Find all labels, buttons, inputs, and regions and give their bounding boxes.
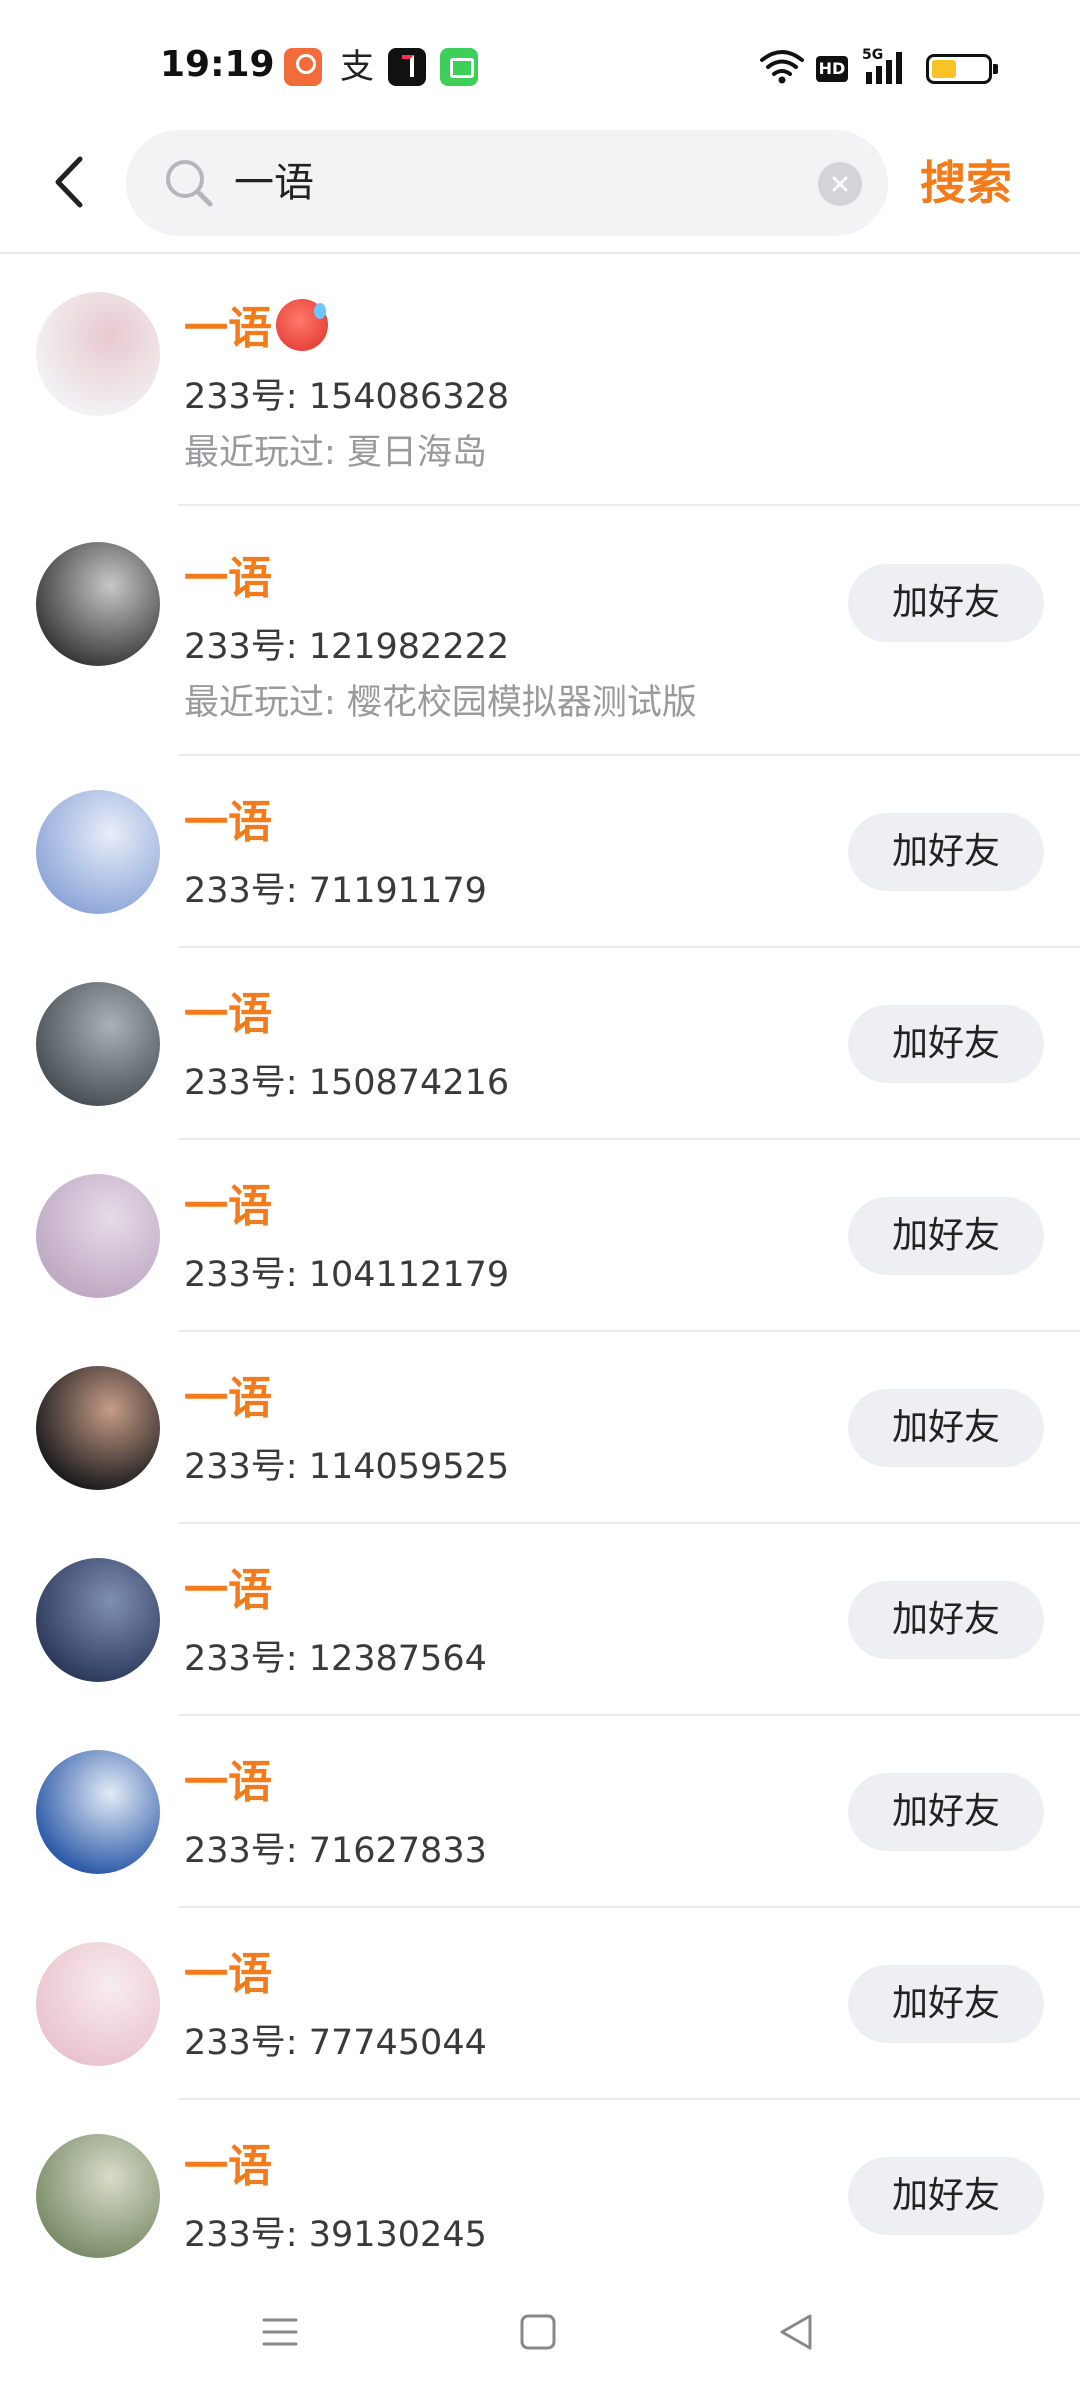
search-button[interactable]: 搜索 bbox=[920, 152, 1012, 214]
signal-5g-icon: 5G bbox=[862, 47, 902, 84]
user-name: 一语 bbox=[184, 1181, 272, 1232]
search-icon bbox=[166, 160, 213, 207]
add-friend-button[interactable]: 加好友 bbox=[848, 1005, 1044, 1083]
back-button[interactable] bbox=[40, 152, 100, 212]
hot-face-emoji-icon bbox=[276, 299, 328, 351]
search-box[interactable] bbox=[126, 130, 888, 236]
navigation-bar bbox=[0, 2262, 1080, 2400]
search-header: 搜索 bbox=[0, 130, 1080, 254]
user-id: 233号: 71191179 bbox=[184, 871, 487, 911]
avatar[interactable] bbox=[36, 1750, 160, 1874]
list-item[interactable]: 一语 233号: 154086328 最近玩过: 夏日海岛 bbox=[0, 256, 1080, 506]
close-icon bbox=[832, 176, 848, 192]
list-item[interactable]: 一语 233号: 104112179 加好友 bbox=[0, 1140, 1080, 1332]
user-name: 一语 bbox=[184, 292, 328, 356]
network-label: 5G bbox=[862, 47, 883, 63]
add-friend-button[interactable]: 加好友 bbox=[848, 564, 1044, 642]
nav-home-button[interactable] bbox=[508, 2302, 568, 2362]
avatar[interactable] bbox=[36, 1174, 160, 1298]
search-input[interactable] bbox=[234, 130, 794, 236]
safety-app-icon bbox=[284, 48, 322, 86]
status-bar: 19:19 支 HD 5G bbox=[0, 0, 1080, 130]
user-name: 一语 bbox=[184, 797, 272, 848]
avatar[interactable] bbox=[36, 1558, 160, 1682]
avatar[interactable] bbox=[36, 982, 160, 1106]
avatar[interactable] bbox=[36, 1942, 160, 2066]
avatar[interactable] bbox=[36, 542, 160, 666]
user-name: 一语 bbox=[184, 553, 272, 604]
avatar[interactable] bbox=[36, 292, 160, 416]
user-id: 233号: 71627833 bbox=[184, 1831, 487, 1871]
add-friend-button[interactable]: 加好友 bbox=[848, 1389, 1044, 1467]
user-id: 233号: 12387564 bbox=[184, 1639, 487, 1679]
user-name: 一语 bbox=[184, 1373, 272, 1424]
list-item[interactable]: 一语 233号: 150874216 加好友 bbox=[0, 948, 1080, 1140]
user-id: 233号: 121982222 bbox=[184, 627, 510, 667]
list-item[interactable]: 一语 233号: 71627833 加好友 bbox=[0, 1716, 1080, 1908]
avatar[interactable] bbox=[36, 1366, 160, 1490]
user-name: 一语 bbox=[184, 1757, 272, 1808]
menu-icon bbox=[262, 2318, 298, 2346]
list-item[interactable]: 一语 233号: 114059525 加好友 bbox=[0, 1332, 1080, 1524]
home-icon bbox=[520, 2314, 556, 2350]
recently-played: 最近玩过: 樱花校园模拟器测试版 bbox=[184, 683, 697, 723]
user-id: 233号: 154086328 bbox=[184, 377, 510, 417]
nav-back-button[interactable] bbox=[766, 2302, 826, 2362]
user-name: 一语 bbox=[184, 2141, 272, 2192]
user-id: 233号: 39130245 bbox=[184, 2215, 487, 2255]
clear-search-button[interactable] bbox=[818, 162, 862, 206]
battery-fill bbox=[932, 60, 956, 78]
add-friend-button[interactable]: 加好友 bbox=[848, 813, 1044, 891]
user-id: 233号: 77745044 bbox=[184, 2023, 487, 2063]
add-friend-button[interactable]: 加好友 bbox=[848, 1197, 1044, 1275]
alipay-icon: 支 bbox=[340, 47, 374, 87]
user-name: 一语 bbox=[184, 1949, 272, 2000]
list-item[interactable]: 一语 233号: 77745044 加好友 bbox=[0, 1908, 1080, 2100]
list-item[interactable]: 一语 233号: 71191179 加好友 bbox=[0, 756, 1080, 948]
user-id: 233号: 104112179 bbox=[184, 1255, 510, 1295]
user-name: 一语 bbox=[184, 989, 272, 1040]
status-time: 19:19 bbox=[160, 44, 275, 85]
hd-badge: HD bbox=[816, 56, 848, 82]
wechat-mini-icon bbox=[440, 48, 478, 86]
list-item[interactable]: 一语 233号: 121982222 最近玩过: 樱花校园模拟器测试版 加好友 bbox=[0, 506, 1080, 756]
search-results-list: 一语 233号: 154086328 最近玩过: 夏日海岛 一语 233号: 12198… bbox=[0, 256, 1080, 2292]
add-friend-button[interactable]: 加好友 bbox=[848, 1581, 1044, 1659]
recently-played: 最近玩过: 夏日海岛 bbox=[184, 433, 487, 473]
add-friend-button[interactable]: 加好友 bbox=[848, 1773, 1044, 1851]
avatar[interactable] bbox=[36, 790, 160, 914]
battery-icon bbox=[926, 54, 998, 84]
nav-menu-button[interactable] bbox=[250, 2302, 310, 2362]
avatar[interactable] bbox=[36, 2134, 160, 2258]
wifi-icon bbox=[760, 50, 804, 84]
add-friend-button[interactable]: 加好友 bbox=[848, 1965, 1044, 2043]
back-triangle-icon bbox=[780, 2314, 812, 2350]
list-item[interactable]: 一语 233号: 12387564 加好友 bbox=[0, 1524, 1080, 1716]
user-id: 233号: 114059525 bbox=[184, 1447, 510, 1487]
add-friend-button[interactable]: 加好友 bbox=[848, 2157, 1044, 2235]
user-name: 一语 bbox=[184, 1565, 272, 1616]
user-id: 233号: 150874216 bbox=[184, 1063, 510, 1103]
chevron-left-icon bbox=[55, 156, 83, 208]
douyin-icon bbox=[388, 48, 426, 86]
